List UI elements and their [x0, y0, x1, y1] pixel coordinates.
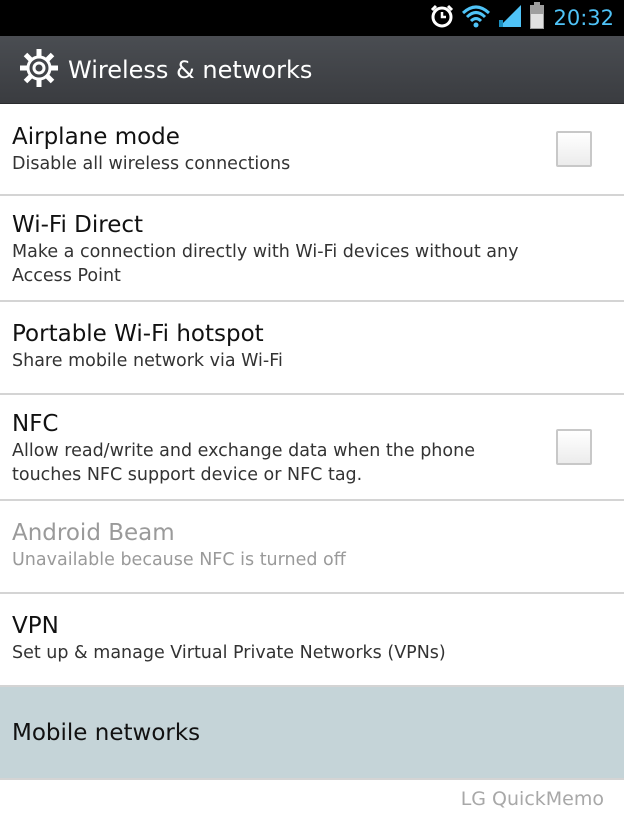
- setting-summary: Allow read/write and exchange data when …: [12, 441, 475, 485]
- setting-title: Wi-Fi Direct: [12, 212, 144, 238]
- battery-icon: [529, 2, 545, 34]
- airplane-mode-checkbox[interactable]: [556, 131, 592, 167]
- setting-title: Mobile networks: [12, 720, 201, 746]
- settings-list: Airplane mode Disable all wireless conne…: [0, 104, 624, 780]
- setting-title: VPN: [12, 613, 59, 639]
- setting-summary: Unavailable because NFC is turned off: [12, 550, 346, 570]
- setting-title: Airplane mode: [12, 124, 180, 150]
- setting-title: NFC: [12, 411, 59, 437]
- setting-mobile-networks[interactable]: Mobile networks: [0, 687, 624, 780]
- setting-summary: Share mobile network via Wi-Fi: [12, 351, 283, 371]
- watermark: LG QuickMemo: [460, 788, 604, 810]
- setting-summary: Disable all wireless connections: [12, 154, 291, 174]
- page-title: Wireless & networks: [68, 55, 313, 84]
- wifi-icon: [461, 3, 491, 33]
- alarm-icon: [429, 3, 455, 33]
- signal-icon: [497, 3, 523, 33]
- action-bar: Wireless & networks: [0, 36, 624, 104]
- setting-wifi-direct[interactable]: Wi-Fi Direct Make a connection directly …: [0, 196, 624, 302]
- setting-summary: Make a connection directly with Wi-Fi de…: [12, 242, 519, 286]
- setting-vpn[interactable]: VPN Set up & manage Virtual Private Netw…: [0, 594, 624, 687]
- setting-portable-wifi-hotspot[interactable]: Portable Wi-Fi hotspot Share mobile netw…: [0, 302, 624, 395]
- setting-title: Android Beam: [12, 520, 175, 546]
- setting-airplane-mode[interactable]: Airplane mode Disable all wireless conne…: [0, 104, 624, 196]
- gear-icon[interactable]: [18, 47, 60, 93]
- setting-android-beam: Android Beam Unavailable because NFC is …: [0, 501, 624, 594]
- status-time: 20:32: [553, 6, 614, 30]
- setting-title: Portable Wi-Fi hotspot: [12, 321, 264, 347]
- status-bar: 20:32: [0, 0, 624, 36]
- setting-summary: Set up & manage Virtual Private Networks…: [12, 643, 446, 663]
- nfc-checkbox[interactable]: [556, 429, 592, 465]
- setting-nfc[interactable]: NFC Allow read/write and exchange data w…: [0, 395, 624, 501]
